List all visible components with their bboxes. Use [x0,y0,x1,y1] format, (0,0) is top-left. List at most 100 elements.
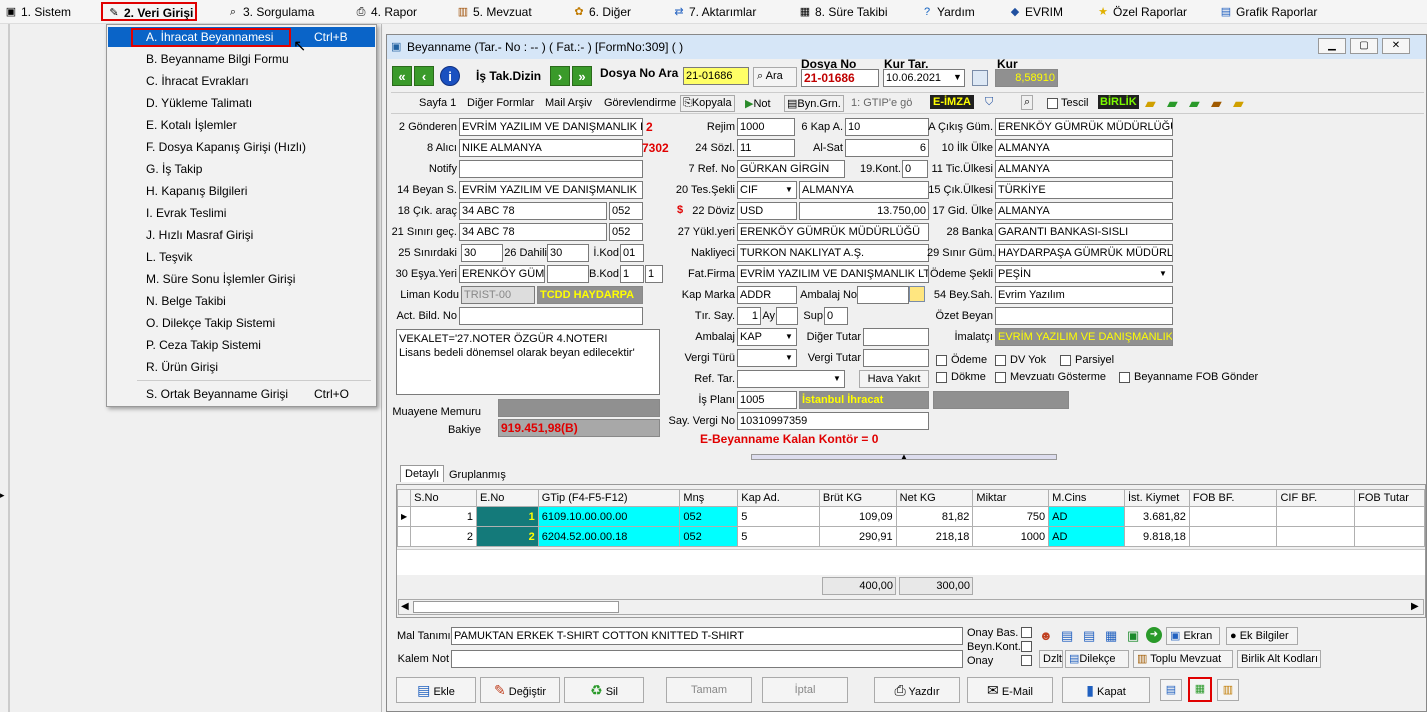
col-header[interactable]: M.Cins [1048,489,1125,507]
menu-aktarimlar[interactable]: ⇄ 7. Aktarımlar [672,3,756,22]
menu-diger[interactable]: ✿ 6. Diğer [572,3,631,22]
folder-up-icon[interactable]: ▰ [1167,95,1178,112]
shield-icon[interactable]: ⛉ [985,96,993,109]
scroll-thumb[interactable] [413,601,619,613]
dosya-no-ara-input[interactable]: 21-01686 [683,67,749,85]
last-record-button[interactable]: » [572,66,592,86]
dzlt-button[interactable]: Dzlt [1039,650,1063,668]
menu-evrim[interactable]: ◆ EVRIM [1008,3,1063,22]
menu-grafik-raporlar[interactable]: ▤ Grafik Raporlar [1219,3,1318,22]
ekran-button[interactable]: ▣ Ekran [1166,627,1220,645]
sozl-field[interactable]: 11 [737,139,795,157]
kopyala-button[interactable]: ⎘Kopyala [680,95,735,112]
menu-item[interactable]: L. Teşvik [108,247,375,267]
tes-yer-field[interactable]: ALMANYA [799,181,929,199]
first-record-button[interactable]: « [392,66,412,86]
table-cell[interactable]: 218,18 [895,526,974,547]
col-header[interactable]: E.No [475,489,539,507]
menu-rapor[interactable]: ⎙ 4. Rapor [354,3,417,22]
scroll-right-icon[interactable]: ▶ [1411,601,1419,612]
ek-bilgiler-button[interactable]: ● Ek Bilgiler [1226,627,1298,645]
table-cell[interactable] [1354,506,1425,527]
onay-checkbox[interactable] [1021,655,1032,666]
col-header[interactable]: İst. Kiymet [1123,489,1190,507]
is-plani-field[interactable]: 1005 [737,391,797,409]
odeme-sekli-select[interactable]: PEŞİN [995,265,1173,283]
ref-tar-select[interactable] [737,370,845,388]
highlighted-report-icon[interactable]: ▦ [1188,677,1212,702]
table-cell[interactable]: 2 [410,526,477,547]
prev-record-button[interactable]: ‹ [414,66,434,86]
col-header[interactable]: Brüt KG [818,489,897,507]
col-header[interactable]: Miktar [972,489,1050,507]
doviz-amount-field[interactable]: 13.750,00 [799,202,929,220]
menu-item[interactable]: I. Evrak Teslimi [108,203,375,223]
yukl-field[interactable]: ERENKÖY GÜMRÜK MÜDÜRLÜĞÜ [737,223,929,241]
menu-item[interactable]: P. Ceza Takip Sistemi [108,335,375,355]
table-cell[interactable]: 750 [972,506,1050,527]
tescil-checkbox[interactable] [1047,98,1058,109]
menu-ozel-raporlar[interactable]: ★ Özel Raporlar [1096,3,1187,22]
nakliyeci-field[interactable]: TURKON NAKLIYAT A.Ş. [737,244,929,262]
liman-field[interactable]: TRIST-00 [461,286,535,304]
ay-field[interactable] [776,307,798,325]
table-cell[interactable]: 1 [410,506,477,527]
book-open-icon[interactable]: ▥ [1217,679,1239,701]
beyn-kont-checkbox[interactable] [1021,641,1032,652]
close-button[interactable]: ✕ [1382,38,1410,54]
dv-yok-checkbox[interactable] [995,355,1006,366]
ozet-beyan-field[interactable] [995,307,1173,325]
search-doc-icon[interactable]: ⌕ [1021,95,1034,110]
kalem-not-field[interactable] [451,650,963,668]
note-list-icon[interactable]: ▤ [1083,628,1095,644]
byn-grn-button[interactable]: ▤Byn.Grn. [784,95,844,112]
folder-down-icon[interactable]: ▰ [1189,95,1200,112]
maximize-button[interactable]: ▢ [1350,38,1378,54]
menu-item[interactable]: E. Kotalı İşlemler [108,115,375,135]
users-icon[interactable]: ☻ [1039,628,1053,643]
notes-textarea[interactable]: VEKALET='27.NOTER ÖZGÜR 4.NOTERI Lisans … [396,329,660,395]
dosya-no-field[interactable]: 21-01686 [801,69,879,87]
menu-item[interactable]: H. Kapanış Bilgileri [108,181,375,201]
kapat-button[interactable]: ▮ Kapat [1062,677,1150,703]
go-icon[interactable]: ➜ [1146,627,1162,643]
menu-item[interactable]: M. Süre Sonu İşlemler Girişi [108,269,375,289]
table-cell[interactable]: 6109.10.00.00.00 [537,506,681,527]
panel-collapse-handle[interactable]: ▲ [751,453,1057,461]
fob-gonder-checkbox[interactable] [1119,372,1130,383]
col-header[interactable]: FOB BF. [1188,489,1278,507]
onay-bas-checkbox[interactable] [1021,627,1032,638]
rejim-field[interactable]: 1000 [737,118,795,136]
act-bild-field[interactable] [459,307,643,325]
table-cell[interactable] [1276,506,1356,527]
col-header[interactable]: GTip (F4-F5-F12) [537,489,681,507]
bkod-field-1[interactable]: 1 [620,265,644,283]
tir-field[interactable]: 1 [737,307,761,325]
say-vergi-field[interactable]: 10310997359 [737,412,929,430]
table-cell[interactable]: 9.818,18 [1123,526,1190,547]
table-cell[interactable] [1188,506,1278,527]
ikod-field[interactable]: 01 [620,244,644,262]
col-header[interactable]: CIF BF. [1276,489,1356,507]
expand-arrow-icon[interactable]: ▸ [0,490,5,501]
toplu-mevzuat-button[interactable]: ▥ Toplu Mevzuat [1133,650,1233,668]
table-cell[interactable]: 3.681,82 [1123,506,1190,527]
tic-ulkesi-field[interactable]: ALMANYA [995,160,1173,178]
tab-gorevlendirme[interactable]: Görevlendirme [604,97,676,109]
beyan-field[interactable]: EVRİM YAZILIM VE DANIŞMANLIK [459,181,643,199]
menu-veri-girisi[interactable]: ✎ 2. Veri Girişi [101,2,197,21]
hava-yakit-button[interactable]: Hava Yakıt [859,370,929,388]
ilk-ulke-field[interactable]: ALMANYA [995,139,1173,157]
e-imza-button[interactable]: E-İMZA [930,95,974,109]
esya-yeri-field[interactable]: ERENKÖY GÜM [459,265,545,283]
table-cell[interactable]: 052 [679,526,739,547]
document-icon[interactable] [972,70,988,86]
email-button[interactable]: ✉ E-Mail [967,677,1053,703]
sinir-gum-field[interactable]: HAYDARPAŞA GÜMRÜK MÜDÜRL [995,244,1173,262]
minimize-button[interactable]: ▁ [1318,38,1346,54]
tab-diger-formlar[interactable]: Diğer Formlar [467,97,534,109]
yazdir-button[interactable]: ⎙ Yazdır [874,677,960,703]
alici-field[interactable]: NIKE ALMANYA [459,139,643,157]
gid-ulke-field[interactable]: ALMANYA [995,202,1173,220]
fat-firma-field[interactable]: EVRİM YAZILIM VE DANIŞMANLIK LT [737,265,929,283]
